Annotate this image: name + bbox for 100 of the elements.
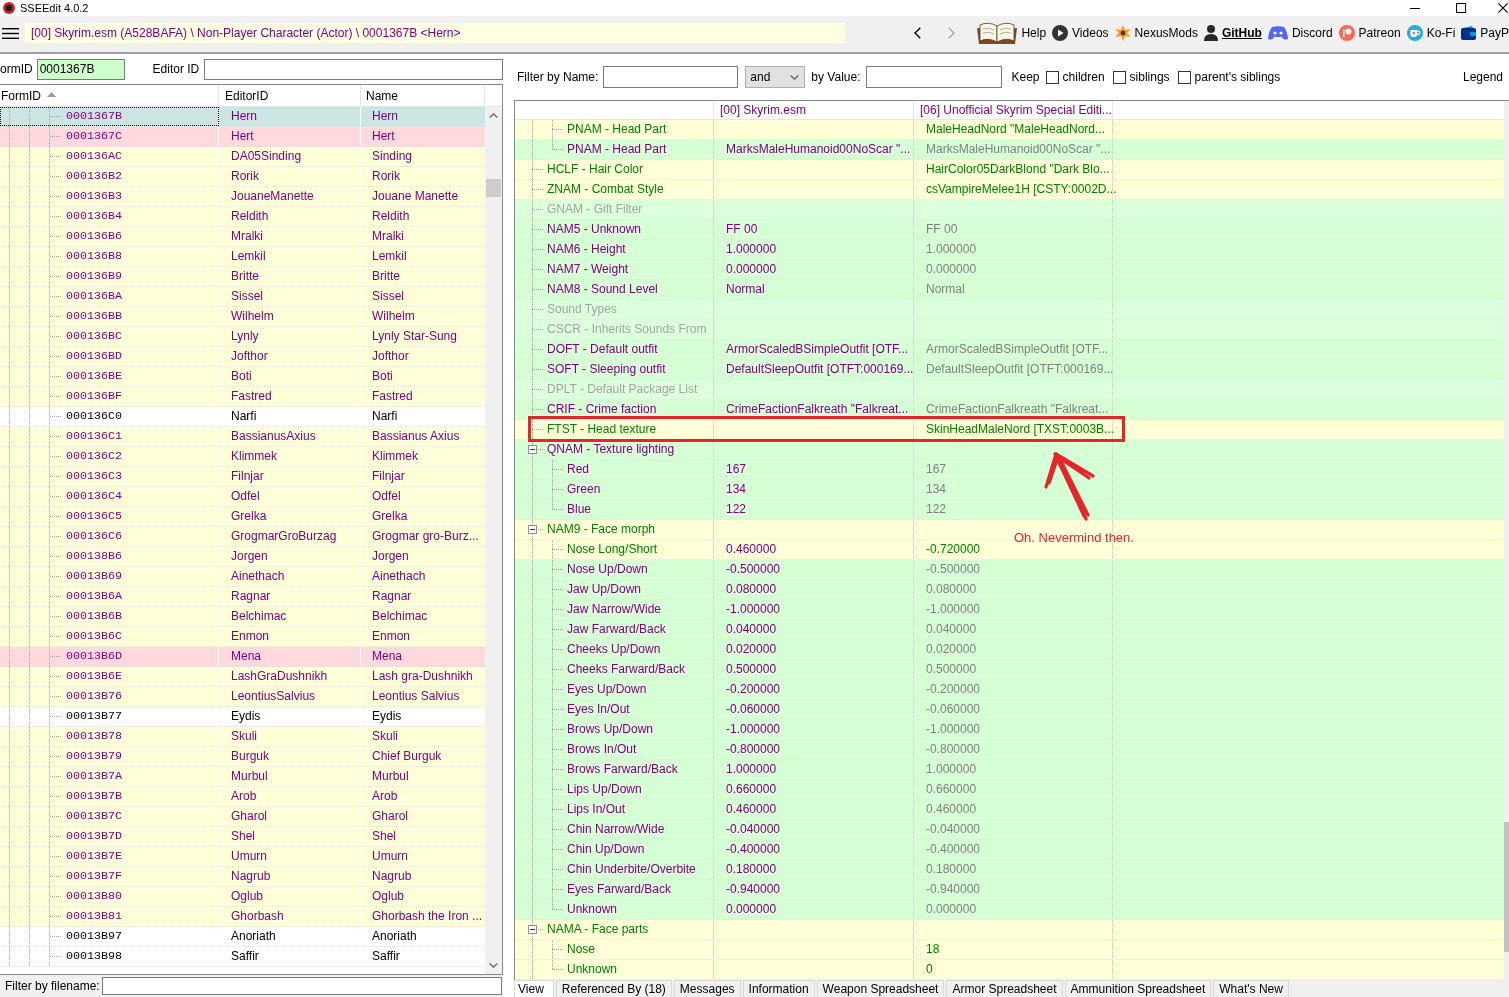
collapse-icon[interactable] [528, 925, 537, 934]
tree-row[interactable]: QNAM - Texture lighting [515, 440, 1504, 460]
list-row[interactable]: 000136C5 Grelka Grelka [0, 507, 485, 527]
tree-row[interactable]: Eyes In/Out -0.060000 -0.060000 [515, 700, 1504, 720]
list-row[interactable]: 00013B98 Saffir Saffir [0, 947, 485, 967]
checkbox[interactable] [1177, 70, 1191, 84]
tree-row[interactable]: Jaw Narrow/Wide -1.000000 -1.000000 [515, 600, 1504, 620]
list-row[interactable]: 00013B78 Skuli Skuli [0, 727, 485, 747]
list-row[interactable]: 0001367C Hert Hert [0, 127, 485, 147]
list-row[interactable]: 000136BF Fastred Fastred [0, 387, 485, 407]
name-filter-field[interactable] [603, 66, 739, 88]
toolbar-link[interactable]: Videos [1052, 25, 1109, 41]
list-row[interactable]: 000136BE Boti Boti [0, 367, 485, 387]
toolbar-link[interactable]: Help [977, 22, 1047, 44]
list-row[interactable]: 000136C2 Klimmek Klimmek [0, 447, 485, 467]
legend-link[interactable]: Legend [1462, 70, 1503, 84]
list-row[interactable]: 000136BD Jofthor Jofthor [0, 347, 485, 367]
list-row[interactable]: 00013B6E LashGraDushnikh Lash gra-Dushnikh [0, 667, 485, 687]
scrollbar[interactable] [1504, 101, 1509, 980]
list-row[interactable]: 000136AC DA05Sinding Sinding [0, 147, 485, 167]
scrollbar[interactable] [485, 107, 502, 974]
tree-row[interactable]: Brows In/Out -0.800000 -0.800000 [515, 740, 1504, 760]
filename-filter-field[interactable] [102, 977, 502, 995]
tree-row[interactable]: Cheeks Up/Down 0.020000 0.020000 [515, 640, 1504, 660]
checkbox-label[interactable]: siblings [1129, 70, 1170, 84]
tree-row[interactable]: NAM5 - Unknown FF 00 FF 00 [515, 220, 1504, 240]
tab[interactable]: View [514, 980, 554, 997]
tree-row[interactable]: PNAM - Head Part MaleHeadNord "MaleHeadNord... [515, 120, 1504, 140]
tree-row[interactable]: Lips Up/Down 0.660000 0.660000 [515, 780, 1504, 800]
form-id-field[interactable]: 0001367B [36, 58, 125, 80]
tree-row[interactable]: Cheeks Farward/Back 0.500000 0.500000 [515, 660, 1504, 680]
tree-row[interactable]: Red 167 167 [515, 460, 1504, 480]
list-row[interactable]: 00013B77 Eydis Eydis [0, 707, 485, 727]
toolbar-link[interactable]: Patreon [1338, 25, 1401, 41]
tree-row[interactable]: Nose 18 [515, 940, 1504, 960]
list-row[interactable]: 00013B80 Oglub Oglub [0, 887, 485, 907]
tree-row[interactable]: NAM7 - Weight 0.000000 0.000000 [515, 260, 1504, 280]
list-row[interactable]: 000136C1 BassianusAxius Bassianus Axius [0, 427, 485, 447]
tree-row[interactable]: Eyes Up/Down -0.200000 -0.200000 [515, 680, 1504, 700]
list-row[interactable]: 00013B7F Nagrub Nagrub [0, 867, 485, 887]
list-row[interactable]: 0001367B Hern Hern [0, 107, 485, 127]
tab[interactable]: Armor Spreadsheet [946, 980, 1063, 997]
list-row[interactable]: 00013B7A Murbul Murbul [0, 767, 485, 787]
tree-row[interactable]: SOFT - Sleeping outfit DefaultSleepOutfit [OTFT:000169... DefaultSleepOutfit [OTFT:000169... [515, 360, 1504, 380]
list-row[interactable]: 000136BA Sissel Sissel [0, 287, 485, 307]
tree-row[interactable]: NAM6 - Height 1.000000 1.000000 [515, 240, 1504, 260]
list-row[interactable]: 000138B6 Jorgen Jorgen [0, 547, 485, 567]
list-row[interactable]: 000136B2 Rorik Rorik [0, 167, 485, 187]
list-row[interactable]: 00013B6D Mena Mena [0, 647, 485, 667]
tab[interactable]: Weapon Spreadsheet [816, 980, 945, 997]
list-row[interactable]: 000136B4 Reldith Reldith [0, 207, 485, 227]
tree-row[interactable]: Brows Up/Down -1.000000 -1.000000 [515, 720, 1504, 740]
value-filter-field[interactable] [865, 66, 1002, 88]
list-row[interactable]: 000136BC Lynly Lynly Star-Sung [0, 327, 485, 347]
list-row[interactable]: 00013B6B Belchimac Belchimac [0, 607, 485, 627]
toolbar-link[interactable]: NexusMods [1114, 25, 1198, 41]
tree-row[interactable]: Green 134 134 [515, 480, 1504, 500]
list-row[interactable]: 00013B7B Arob Arob [0, 787, 485, 807]
collapse-icon[interactable] [528, 445, 537, 454]
tree-row[interactable]: Jaw Up/Down 0.080000 0.080000 [515, 580, 1504, 600]
list-row[interactable]: 000136C4 Odfel Odfel [0, 487, 485, 507]
toolbar-link[interactable]: GitHub [1203, 25, 1262, 41]
tree-row[interactable]: NAMA - Face parts [515, 920, 1504, 940]
list-row[interactable]: 000136B8 Lemkil Lemkil [0, 247, 485, 267]
tree-row[interactable]: HCLF - Hair Color HairColor05DarkBlond "Dark Blo... [515, 160, 1504, 180]
list-row[interactable]: 000136C0 Narfi Narfi [0, 407, 485, 427]
toolbar-link[interactable]: Ko-Fi [1406, 25, 1456, 41]
tree-row[interactable]: ZNAM - Combat Style csVampireMelee1H [CSTY:0002D... [515, 180, 1504, 200]
column-header[interactable]: [06] Unofficial Skyrim Special Editi... [914, 101, 1113, 119]
list-row[interactable]: 00013B97 Anoriath Anoriath [0, 927, 485, 947]
checkbox[interactable] [1112, 70, 1126, 84]
tree-row[interactable]: Unknown 0 [515, 960, 1504, 980]
collapse-icon[interactable] [528, 525, 537, 534]
tree-row[interactable]: Nose Up/Down -0.500000 -0.500000 [515, 560, 1504, 580]
path-field[interactable]: [00] Skyrim.esm (A528BAFA) \ Non-Player Character (Actor) \ 0001367B <Hern> [25, 23, 845, 43]
tree-row[interactable]: PNAM - Head Part MarksMaleHumanoid00NoScar "... MarksMaleHumanoid00NoScar "... [515, 140, 1504, 160]
tree-row[interactable]: Lips In/Out 0.460000 0.460000 [515, 800, 1504, 820]
toolbar-link[interactable]: PayP [1461, 26, 1509, 40]
list-row[interactable]: 00013B7E Umurn Umurn [0, 847, 485, 867]
tree-row[interactable]: Eyes Farward/Back -0.940000 -0.940000 [515, 880, 1504, 900]
list-row[interactable]: 000136B6 Mralki Mralki [0, 227, 485, 247]
checkbox-label[interactable]: children [1062, 70, 1105, 84]
tab[interactable]: Messages [673, 980, 741, 997]
toolbar-link[interactable]: Discord [1267, 26, 1333, 40]
scrollbar-thumb[interactable] [1504, 822, 1509, 952]
tree-row[interactable]: Blue 122 122 [515, 500, 1504, 520]
checkbox[interactable] [1045, 70, 1059, 84]
tab[interactable]: Ammunition Spreadsheet [1064, 980, 1212, 997]
list-row[interactable]: 00013B76 LeontiusSalvius Leontius Salvius [0, 687, 485, 707]
list-row[interactable]: 00013B6A Ragnar Ragnar [0, 587, 485, 607]
list-row[interactable]: 00013B81 Ghorbash Ghorbash the Iron ... [0, 907, 485, 927]
operator-dropdown[interactable]: and [745, 66, 806, 88]
tab[interactable]: Referenced By (18) [555, 980, 672, 997]
list-row[interactable]: 000136B9 Britte Britte [0, 267, 485, 287]
tree-row[interactable]: DOFT - Default outfit ArmorScaledBSimpleOutfit [OTF... ArmorScaledBSimpleOutfit [OTF... [515, 340, 1504, 360]
list-row[interactable]: 00013B69 Ainethach Ainethach [0, 567, 485, 587]
list-row[interactable]: 00013B6C Enmon Enmon [0, 627, 485, 647]
tree-row[interactable]: Jaw Farward/Back 0.040000 0.040000 [515, 620, 1504, 640]
list-row[interactable]: 00013B7C Gharol Gharol [0, 807, 485, 827]
tree-row[interactable]: Chin Narrow/Wide -0.040000 -0.040000 [515, 820, 1504, 840]
